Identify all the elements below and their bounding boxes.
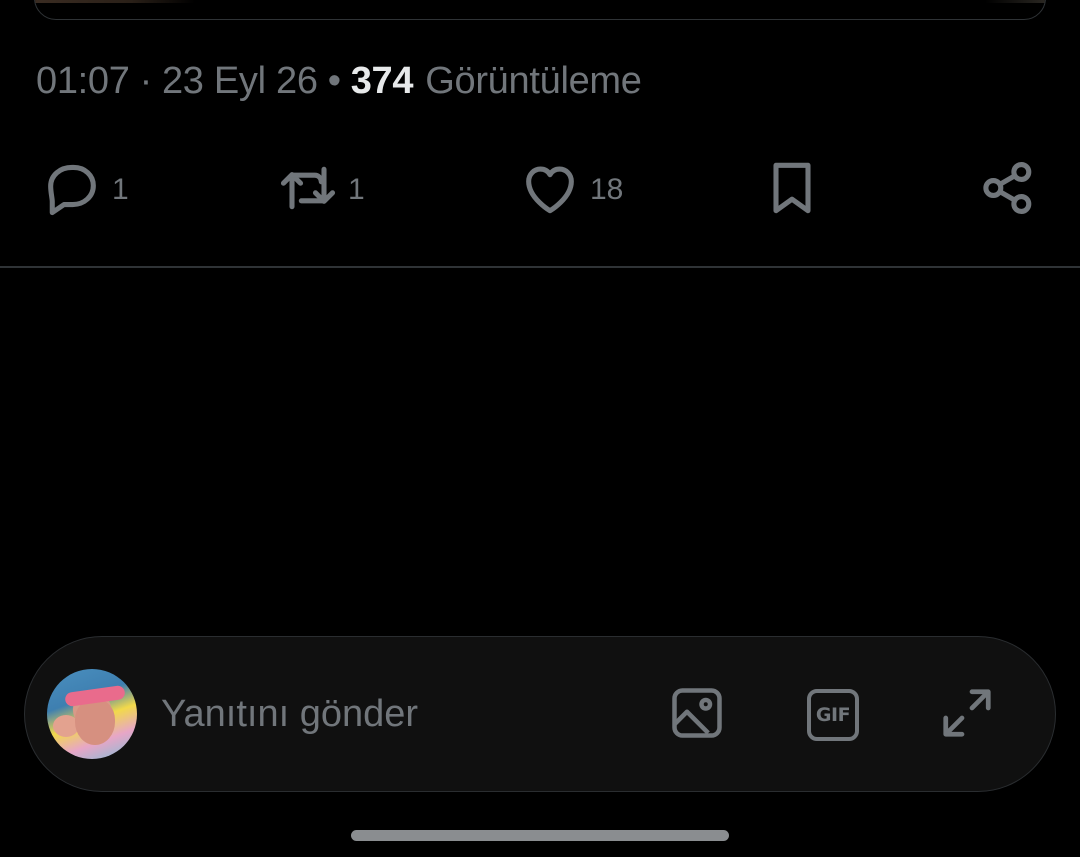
reply-composer[interactable]: Yanıtını gönder GIF <box>24 636 1056 792</box>
divider <box>0 266 1080 268</box>
add-image-button[interactable] <box>667 685 727 745</box>
like-count: 18 <box>590 173 624 206</box>
meta-separator: · <box>139 59 153 102</box>
tweet-action-bar: 1 1 18 <box>0 150 1080 230</box>
reply-button[interactable]: 1 <box>40 150 129 230</box>
meta-separator: • <box>327 59 341 102</box>
reply-icon <box>40 156 104 225</box>
retweet-button[interactable]: 1 <box>276 150 365 230</box>
share-button[interactable] <box>976 150 1040 230</box>
retweet-count: 1 <box>348 173 365 206</box>
bookmark-icon <box>760 156 824 225</box>
heart-icon <box>518 156 582 225</box>
reply-count: 1 <box>112 173 129 206</box>
tweet-date: 23 Eyl 26 <box>161 59 318 102</box>
add-gif-button[interactable]: GIF <box>803 685 863 745</box>
tweet-meta-line: 01:07 · 23 Eyl 26 • 374 Görüntüleme <box>36 56 642 106</box>
home-indicator[interactable] <box>351 830 729 841</box>
tweet-time: 01:07 <box>36 59 130 102</box>
tweet-media-edge[interactable] <box>34 0 1046 20</box>
avatar[interactable] <box>47 669 137 759</box>
retweet-icon <box>276 156 340 225</box>
views-count[interactable]: 374 <box>351 60 414 103</box>
media-thumbnail-right <box>985 0 1045 3</box>
share-icon <box>976 156 1040 225</box>
reply-input[interactable]: Yanıtını gönder <box>161 689 418 739</box>
gif-icon: GIF <box>807 689 859 741</box>
tweet-detail-page: 01:07 · 23 Eyl 26 • 374 Görüntüleme 1 1 … <box>0 0 1080 857</box>
media-thumbnail-left <box>35 0 195 3</box>
expand-composer-button[interactable] <box>937 685 997 745</box>
expand-icon <box>937 683 997 748</box>
bookmark-button[interactable] <box>760 150 824 230</box>
views-label[interactable]: Görüntüleme <box>425 60 642 103</box>
like-button[interactable]: 18 <box>518 150 623 230</box>
image-icon <box>667 683 727 748</box>
